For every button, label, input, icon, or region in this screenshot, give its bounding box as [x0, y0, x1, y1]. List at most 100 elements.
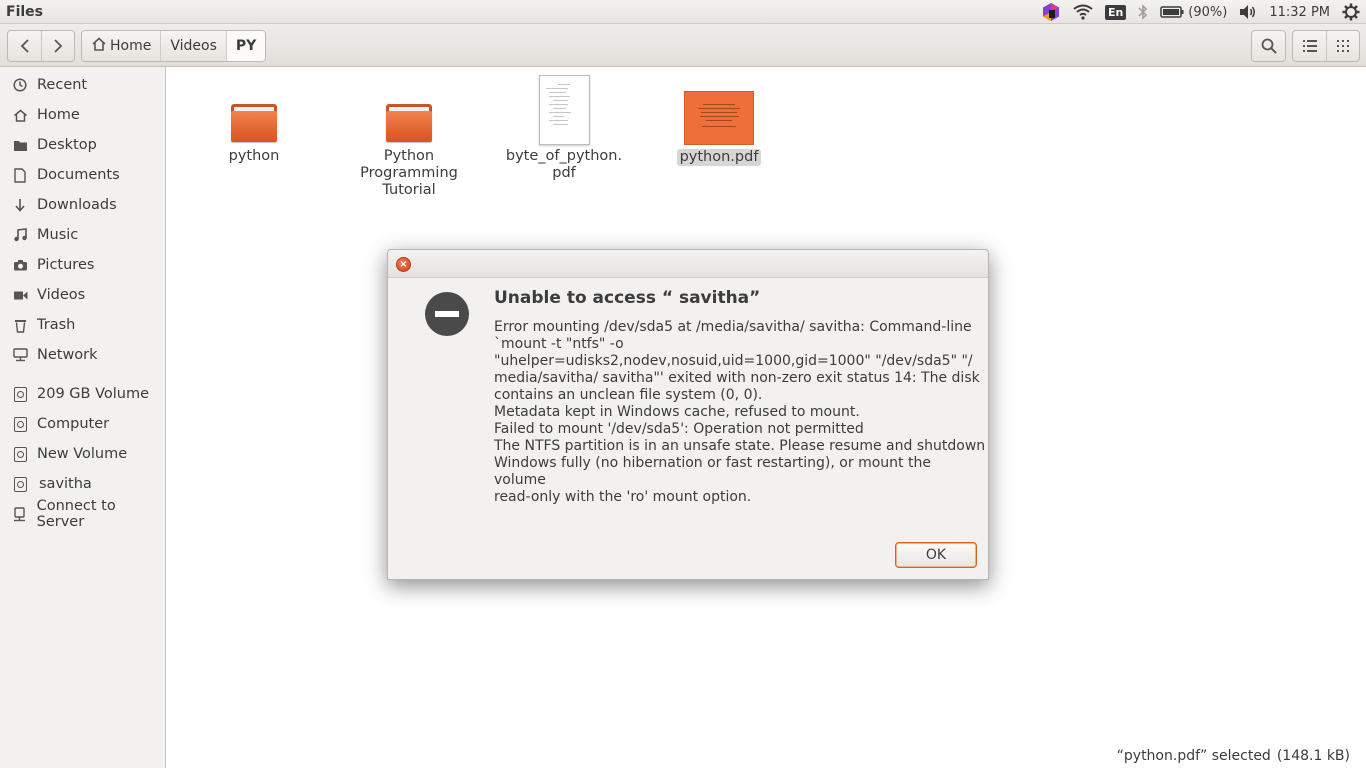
sidebar-item-label: Trash: [37, 317, 76, 333]
folder-icon: [231, 104, 277, 142]
pdf-thumbnail-icon: [684, 91, 754, 145]
close-button[interactable]: ×: [396, 257, 411, 272]
file-name-line: Tutorial: [382, 182, 436, 198]
sidebar-item-label: Music: [37, 227, 79, 243]
sidebar-item-connect-to-server[interactable]: Connect to Server: [0, 498, 165, 530]
app-title: Files: [6, 3, 43, 20]
file-name: python: [228, 148, 280, 164]
breadcrumb: Home Videos PY: [81, 30, 267, 62]
forward-button[interactable]: [41, 31, 74, 61]
dialog-title: Unable to access “ savitha”: [494, 288, 761, 308]
list-view-button[interactable]: [1293, 31, 1326, 61]
file-item-byte-of-python-pdf[interactable]: byte_of_python. pdf: [499, 75, 629, 182]
wifi-icon[interactable]: [1073, 4, 1093, 20]
sidebar-item-pictures[interactable]: Pictures: [0, 250, 165, 280]
sidebar-item-209gb-volume[interactable]: 209 GB Volume: [0, 379, 165, 409]
top-panel: Files En (90%) 11:32 PM: [0, 0, 1366, 24]
file-item-python-pdf-selected[interactable]: python.pdf: [654, 91, 784, 166]
sidebar-item-label: Pictures: [37, 257, 95, 273]
message-line: volume: [494, 472, 546, 488]
message-line: "uhelper=udisks2,nodev,nosuid,uid=1000,g…: [494, 353, 973, 369]
sidebar-item-label: New Volume: [37, 446, 128, 462]
drive-icon: [11, 475, 29, 493]
ok-button[interactable]: OK: [895, 542, 977, 568]
selection-status: “python.pdf” selected: [1116, 748, 1271, 764]
sidebar-item-trash[interactable]: Trash: [0, 310, 165, 340]
file-name-line: Python: [383, 148, 435, 164]
back-button[interactable]: [8, 31, 41, 61]
drive-icon: [11, 385, 29, 403]
sidebar-item-network[interactable]: Network: [0, 340, 165, 370]
volume-icon[interactable]: [1239, 4, 1257, 20]
view-buttons: [1292, 30, 1360, 62]
file-item-python-folder[interactable]: python: [189, 104, 319, 165]
drive-icon: [11, 415, 29, 433]
network-icon: [11, 346, 29, 364]
file-name: python.pdf: [676, 149, 762, 166]
gear-icon[interactable]: [1342, 3, 1360, 21]
sidebar-item-downloads[interactable]: Downloads: [0, 190, 165, 220]
pdf-thumbnail-icon: [538, 75, 590, 145]
search-button[interactable]: [1252, 31, 1285, 61]
sidebar-item-label: 209 GB Volume: [37, 386, 150, 402]
trash-icon: [11, 316, 29, 334]
sidebar-item-recent[interactable]: Recent: [0, 70, 165, 100]
battery-icon: [1160, 6, 1184, 18]
bluetooth-icon[interactable]: [1138, 4, 1148, 20]
sidebar-item-label: Network: [37, 347, 98, 363]
sidebar-item-label: savitha: [39, 476, 92, 492]
sidebar-item-new-volume[interactable]: New Volume: [0, 439, 165, 469]
sidebar-item-home[interactable]: Home: [0, 100, 165, 130]
clock[interactable]: 11:32 PM: [1269, 5, 1330, 20]
grid-view-icon: [1337, 40, 1349, 52]
sidebar-item-label: Computer: [37, 416, 110, 432]
message-line: Metadata kept in Windows cache, refused …: [494, 404, 860, 420]
search-button-group: [1251, 30, 1286, 62]
file-name-line: byte_of_python.: [505, 148, 623, 164]
video-icon: [11, 286, 29, 304]
breadcrumb-videos[interactable]: Videos: [160, 31, 226, 61]
toolbar: Home Videos PY: [0, 24, 1366, 67]
sidebar-item-documents[interactable]: Documents: [0, 160, 165, 190]
sidebar-divider: [0, 370, 165, 379]
file-item-python-programming-tutorial-folder[interactable]: Python Programming Tutorial: [344, 104, 474, 199]
desktop-folder-icon: [11, 136, 29, 154]
clock-icon: [11, 76, 29, 94]
sidebar-item-computer[interactable]: Computer: [0, 409, 165, 439]
dialog-titlebar: ×: [388, 250, 988, 278]
file-name-line: Programming: [360, 165, 458, 181]
drive-icon: [11, 445, 29, 463]
message-line: Failed to mount '/dev/sda5': Operation n…: [494, 421, 864, 437]
sidebar: Recent Home Desktop Documents Downloads …: [0, 67, 166, 768]
status-bar: “python.pdf” selected (148.1 kB): [1117, 748, 1350, 764]
app-indicator-icon[interactable]: [1041, 2, 1061, 22]
sidebar-item-label: Downloads: [37, 197, 117, 213]
chevron-right-icon: [54, 39, 63, 53]
language-label: En: [1104, 4, 1127, 20]
error-dialog: × Unable to access “ savitha” Error moun…: [387, 249, 989, 580]
sidebar-item-savitha[interactable]: savitha: [0, 469, 165, 499]
sidebar-item-label: Videos: [37, 287, 86, 303]
sidebar-item-desktop[interactable]: Desktop: [0, 130, 165, 160]
message-line: contains an unclean file system (0, 0).: [494, 387, 763, 403]
list-view-icon: [1302, 40, 1317, 52]
home-icon: [11, 106, 29, 124]
chevron-left-icon: [20, 39, 29, 53]
message-line: read-only with the 'ro' mount option.: [494, 489, 752, 505]
sidebar-item-videos[interactable]: Videos: [0, 280, 165, 310]
selection-size: (148.1 kB): [1276, 748, 1350, 764]
navigation-buttons: [7, 30, 75, 62]
sidebar-item-music[interactable]: Music: [0, 220, 165, 250]
message-line: Windows fully (no hibernation or fast re…: [494, 455, 931, 471]
dialog-message: Error mounting /dev/sda5 at /media/savit…: [494, 319, 985, 506]
close-icon: ×: [399, 259, 408, 270]
sidebar-item-label: Documents: [37, 167, 120, 183]
music-icon: [11, 226, 29, 244]
battery-indicator[interactable]: (90%): [1160, 5, 1227, 20]
battery-percent: (90%): [1188, 4, 1228, 20]
breadcrumb-py[interactable]: PY: [225, 31, 266, 61]
download-icon: [11, 196, 29, 214]
keyboard-language-indicator[interactable]: En: [1104, 4, 1127, 20]
breadcrumb-home[interactable]: Home: [82, 31, 160, 61]
grid-view-button[interactable]: [1326, 31, 1359, 61]
